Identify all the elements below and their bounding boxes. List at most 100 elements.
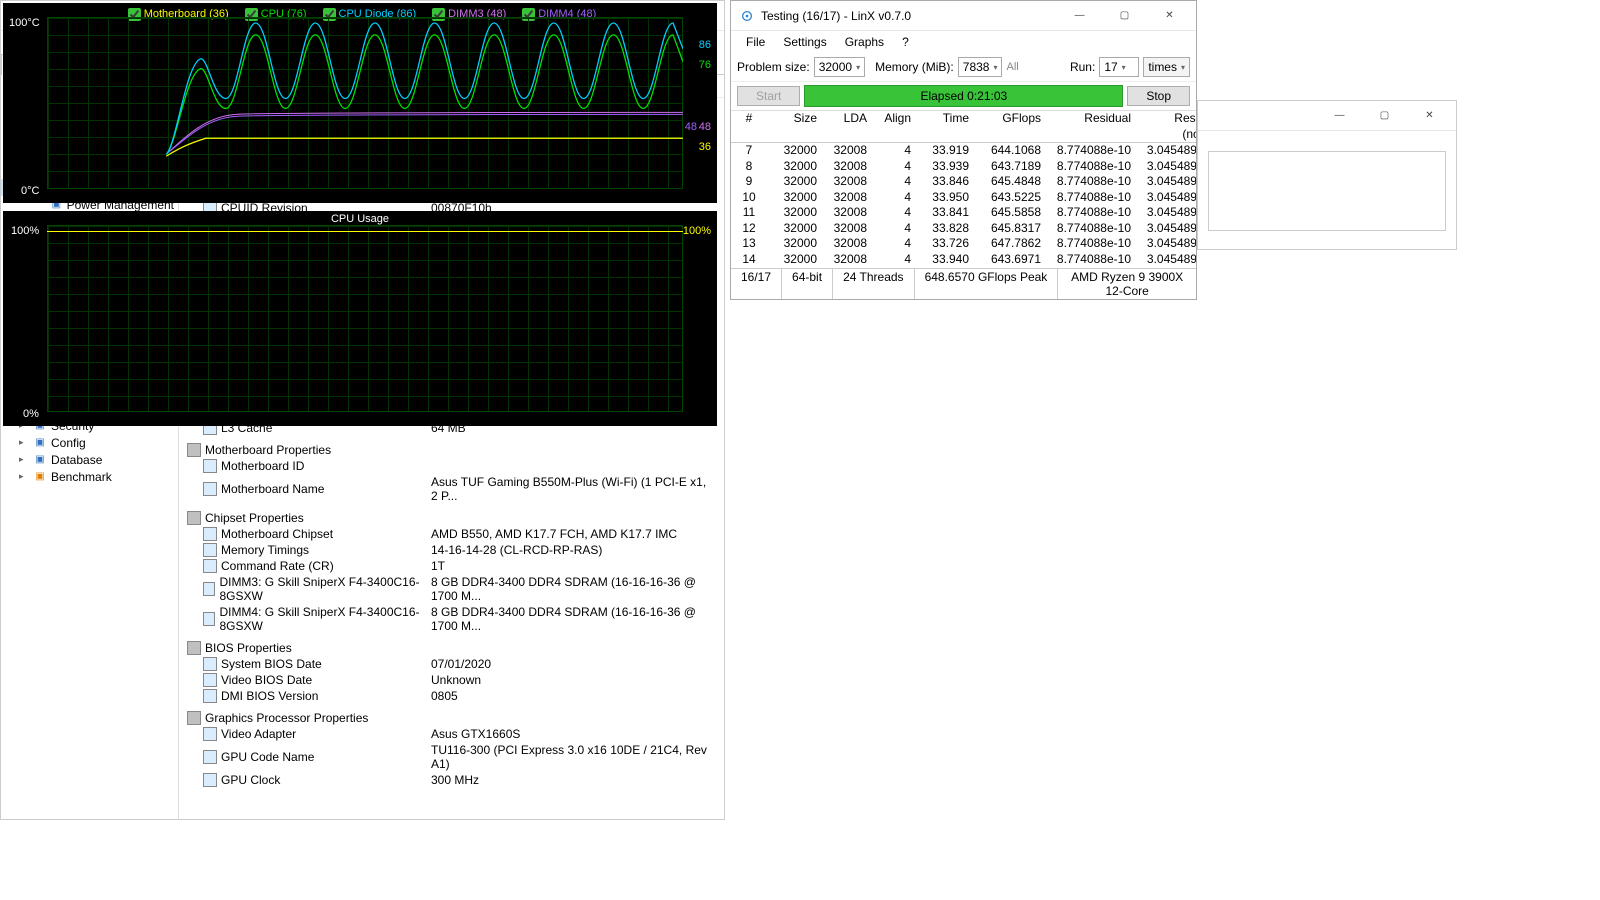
minimize-button[interactable]: — xyxy=(1317,102,1362,130)
detail-row[interactable]: DIMM3: G Skill SniperX F4-3400C16-8GSXW8… xyxy=(179,574,724,604)
stop-button[interactable]: Stop xyxy=(1127,86,1190,106)
cell: 32008 xyxy=(821,174,871,190)
cell: 3.045489e-02 xyxy=(1135,190,1196,206)
cell: 4 xyxy=(871,252,915,268)
detail-row[interactable]: System BIOS Date07/01/2020 xyxy=(179,656,724,672)
problem-size-select[interactable]: 32000 xyxy=(814,57,865,77)
field-name: Memory Timings xyxy=(221,543,309,557)
table-row[interactable]: 133200032008433.726647.78628.774088e-103… xyxy=(731,236,1196,252)
bg-titlebar: — ▢ ✕ xyxy=(1198,101,1456,131)
detail-row[interactable]: Motherboard ID xyxy=(179,458,724,474)
detail-row[interactable]: GPU Clock300 MHz xyxy=(179,772,724,788)
cell: 14 xyxy=(735,252,763,268)
cell: 32000 xyxy=(763,205,821,221)
detail-row[interactable]: Command Rate (CR)1T xyxy=(179,558,724,574)
detail-row[interactable]: Motherboard Name Asus TUF Gaming B550M-Pl… xyxy=(179,474,724,504)
tree-icon: ▣ xyxy=(32,452,48,467)
linx-params: Problem size: 32000 Memory (MiB): 7838 A… xyxy=(731,53,1196,82)
menu-file[interactable]: File xyxy=(737,33,774,51)
cell: 3.045489e-02 xyxy=(1135,143,1196,159)
menu-help[interactable]: ? xyxy=(893,33,918,51)
tree-item-database[interactable]: ▸▣Database xyxy=(1,451,178,468)
temp-side-value: 48 xyxy=(685,121,697,133)
start-button[interactable]: Start xyxy=(737,86,800,106)
minimize-button[interactable]: — xyxy=(1057,2,1102,30)
cell: 33.939 xyxy=(915,159,973,175)
temp-side-value: 86 xyxy=(699,39,711,51)
detail-row[interactable]: Video AdapterAsus GTX1660S xyxy=(179,726,724,742)
all-label[interactable]: All xyxy=(1006,61,1018,73)
cell: 3.045489e-02 xyxy=(1135,221,1196,237)
background-window: — ▢ ✕ xyxy=(1197,100,1457,250)
field-icon xyxy=(203,750,217,764)
cell: 8.774088e-10 xyxy=(1045,205,1135,221)
times-select[interactable]: times xyxy=(1143,57,1190,77)
group-title: Motherboard Properties xyxy=(205,443,331,457)
cell: 8.774088e-10 xyxy=(1045,159,1135,175)
field-icon xyxy=(203,673,217,687)
detail-row[interactable]: Video BIOS DateUnknown xyxy=(179,672,724,688)
table-row[interactable]: 123200032008433.828645.83178.774088e-103… xyxy=(731,221,1196,237)
cell: 645.5858 xyxy=(973,205,1045,221)
table-row[interactable]: 73200032008433.919644.10688.774088e-103.… xyxy=(731,143,1196,159)
tree-item-benchmark[interactable]: ▸▣Benchmark xyxy=(1,468,178,485)
problem-size-label: Problem size: xyxy=(737,60,810,74)
field-icon xyxy=(203,612,215,626)
cell: 644.1068 xyxy=(973,143,1045,159)
field-name: Command Rate (CR) xyxy=(221,559,334,573)
cell: 4 xyxy=(871,236,915,252)
usage-right-label: 100% xyxy=(683,225,711,237)
field-value: TU116-300 (PCI Express 3.0 x16 10DE / 21… xyxy=(431,743,716,771)
col-head: GFlops xyxy=(973,111,1045,142)
table-row[interactable]: 103200032008433.950643.52258.774088e-103… xyxy=(731,190,1196,206)
cell: 8.774088e-10 xyxy=(1045,174,1135,190)
col-head: Residual (norm.) xyxy=(1135,111,1196,142)
group-title: Graphics Processor Properties xyxy=(205,711,368,725)
cell: 643.5225 xyxy=(973,190,1045,206)
cell: 3.045489e-02 xyxy=(1135,174,1196,190)
maximize-button[interactable]: ▢ xyxy=(1102,2,1147,30)
cell: 33.919 xyxy=(915,143,973,159)
field-name: Motherboard Name xyxy=(221,482,324,496)
linx-icon xyxy=(739,8,755,24)
field-value: Asus TUF Gaming B550M-Plus (Wi-Fi) (1 PC… xyxy=(431,475,716,503)
cell: 33.846 xyxy=(915,174,973,190)
cell: 643.7189 xyxy=(973,159,1045,175)
cell: 645.8317 xyxy=(973,221,1045,237)
group-icon xyxy=(187,443,201,457)
col-head: Time xyxy=(915,111,973,142)
menu-settings[interactable]: Settings xyxy=(774,33,835,51)
cell: 3.045489e-02 xyxy=(1135,159,1196,175)
linx-titlebar: Testing (16/17) - LinX v0.7.0 — ▢ ✕ xyxy=(731,1,1196,31)
cell: 33.726 xyxy=(915,236,973,252)
tree-item-config[interactable]: ▸▣Config xyxy=(1,434,178,451)
cell: 3.045489e-02 xyxy=(1135,252,1196,268)
detail-row[interactable]: DIMM4: G Skill SniperX F4-3400C16-8GSXW8… xyxy=(179,604,724,634)
group-title: Chipset Properties xyxy=(205,511,304,525)
col-head: Size xyxy=(763,111,821,142)
table-row[interactable]: 143200032008433.940643.69718.774088e-103… xyxy=(731,252,1196,268)
close-button[interactable]: ✕ xyxy=(1147,2,1192,30)
table-row[interactable]: 113200032008433.841645.58588.774088e-103… xyxy=(731,205,1196,221)
detail-row[interactable]: DMI BIOS Version0805 xyxy=(179,688,724,704)
cell: 8.774088e-10 xyxy=(1045,252,1135,268)
status-cell: AMD Ryzen 9 3900X 12-Core xyxy=(1058,269,1196,299)
maximize-button[interactable]: ▢ xyxy=(1362,102,1407,130)
cell: 12 xyxy=(735,221,763,237)
detail-row[interactable]: GPU Code NameTU116-300 (PCI Express 3.0 … xyxy=(179,742,724,772)
close-button[interactable]: ✕ xyxy=(1407,102,1452,130)
cell: 8 xyxy=(735,159,763,175)
memory-select[interactable]: 7838 xyxy=(958,57,1003,77)
run-select[interactable]: 17 xyxy=(1099,57,1139,77)
field-value: 0805 xyxy=(431,689,716,703)
table-row[interactable]: 83200032008433.939643.71898.774088e-103.… xyxy=(731,159,1196,175)
detail-row[interactable]: Memory Timings14-16-14-28 (CL-RCD-RP-RAS… xyxy=(179,542,724,558)
menu-graphs[interactable]: Graphs xyxy=(836,33,893,51)
cell: 32008 xyxy=(821,252,871,268)
table-row[interactable]: 93200032008433.846645.48488.774088e-103.… xyxy=(731,174,1196,190)
memory-label: Memory (MiB): xyxy=(875,60,954,74)
field-value: AMD B550, AMD K17.7 FCH, AMD K17.7 IMC xyxy=(431,527,716,541)
detail-row[interactable]: Motherboard ChipsetAMD B550, AMD K17.7 F… xyxy=(179,526,724,542)
col-head: Align xyxy=(871,111,915,142)
cell: 32008 xyxy=(821,236,871,252)
